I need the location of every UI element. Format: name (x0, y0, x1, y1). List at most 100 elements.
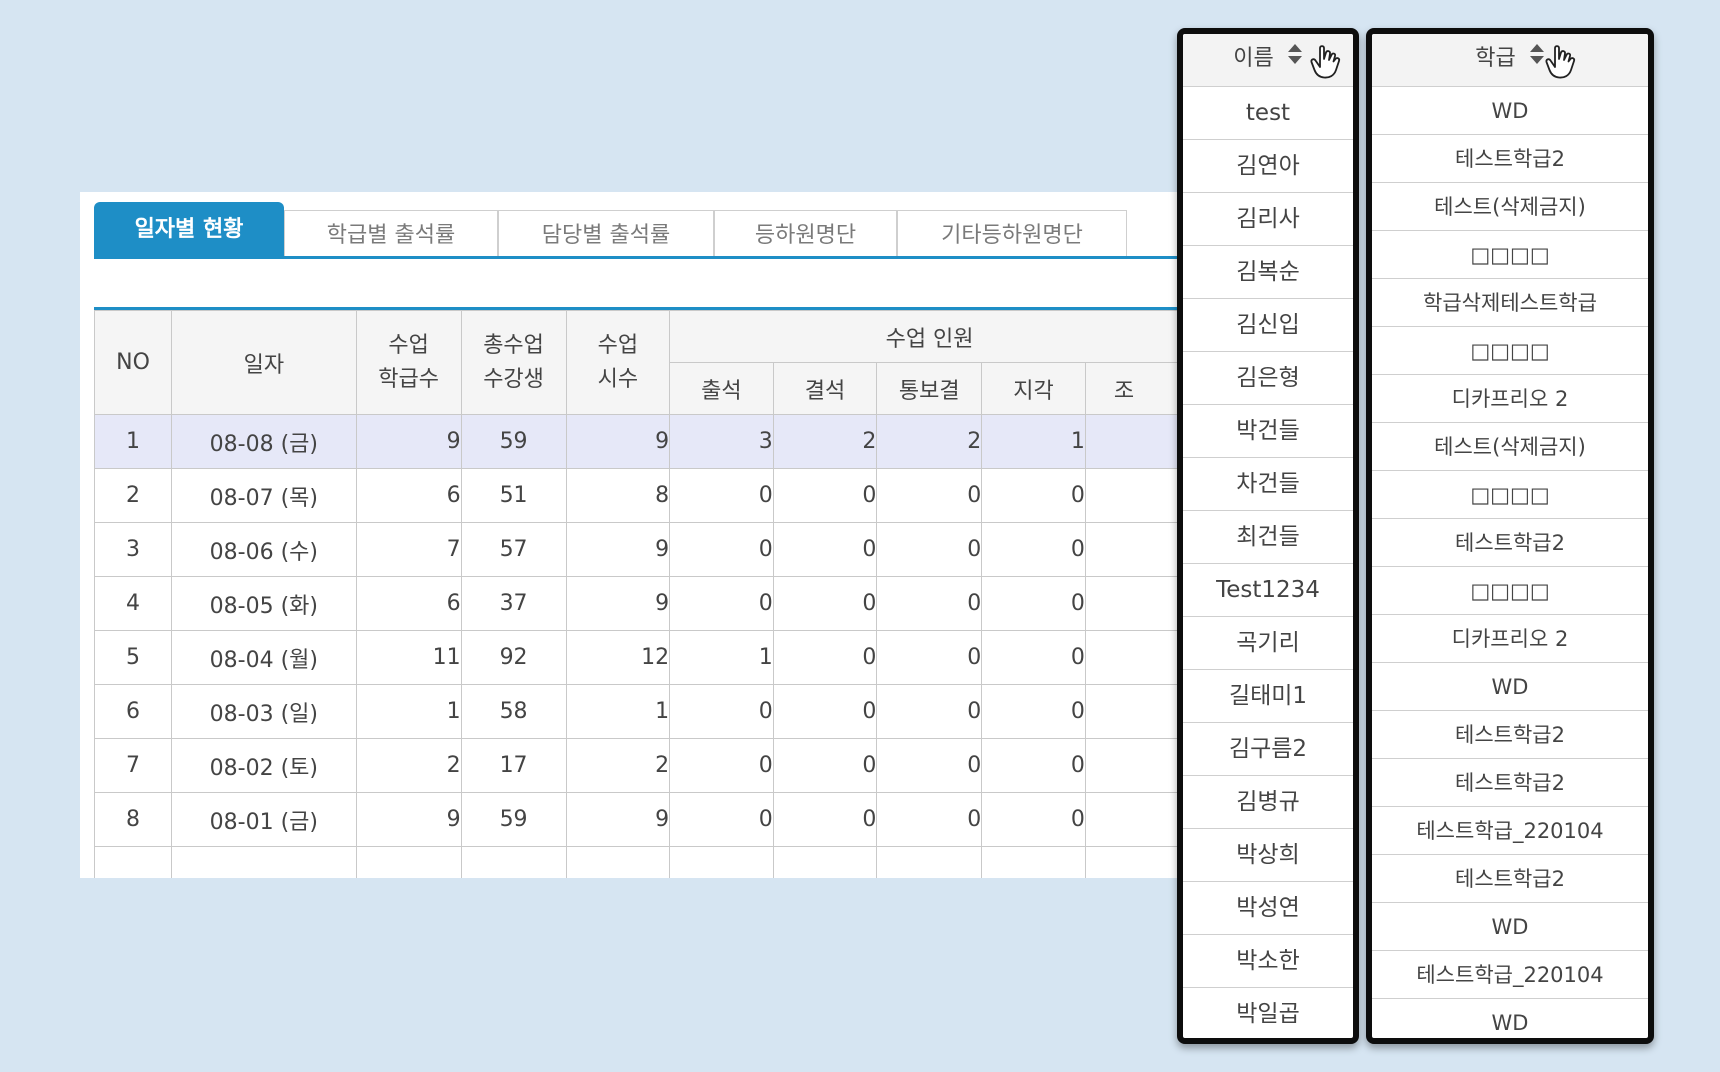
cell-class-hours: 9 (565, 522, 671, 577)
cell-no: 5 (94, 630, 172, 685)
tab-class-attendance-rate[interactable]: 학급별 출석률 (284, 210, 498, 256)
cell-notified-absence: 0 (876, 792, 983, 847)
class-list-item[interactable]: 테스트학급2 (1372, 759, 1648, 807)
class-list-item[interactable]: 테스트학급2 (1372, 711, 1648, 759)
cell-class-hours: 9 (565, 414, 671, 469)
header-late: 지각 (981, 362, 1086, 415)
name-list-item[interactable]: 김병규 (1183, 776, 1353, 829)
name-list-item[interactable]: 김구름2 (1183, 723, 1353, 776)
class-list-item[interactable]: 테스트학급2 (1372, 135, 1648, 183)
cell-attend: 0 (669, 738, 774, 793)
class-column-header[interactable]: 학급 (1372, 34, 1648, 87)
header-attend: 출석 (669, 362, 774, 415)
header-class-count-line1: 수업 (388, 332, 429, 358)
class-list-item[interactable]: □□□□ (1372, 231, 1648, 279)
cell-late: 0 (981, 684, 1086, 739)
cell-early-leave (1084, 738, 1190, 793)
header-class-hours-line2: 시수 (597, 366, 639, 392)
cell-total-students: 51 (460, 468, 567, 523)
class-list-item[interactable]: WD (1372, 87, 1648, 135)
cell-no: 2 (94, 468, 172, 523)
cell-no: 3 (94, 522, 172, 577)
cell-no: 8 (94, 792, 172, 847)
class-list-item[interactable]: 디카프리오 2 (1372, 615, 1648, 663)
table-row[interactable]: 1 08-08 (금) 9 59 9 3 2 2 1 (94, 414, 1190, 469)
tab-pickup-list[interactable]: 등하원명단 (714, 210, 897, 256)
cell-class-hours: 8 (565, 468, 671, 523)
name-list-item[interactable]: 김신입 (1183, 299, 1353, 352)
cell-date: 08-02 (토) (171, 738, 357, 793)
cell-total-students: 17 (460, 738, 567, 793)
table-row-empty (94, 846, 1190, 878)
class-list-item[interactable]: WD (1372, 999, 1648, 1038)
table-row[interactable]: 4 08-05 (화) 6 37 9 0 0 0 0 (94, 576, 1190, 631)
tab-manager-attendance-rate[interactable]: 담당별 출석률 (498, 210, 714, 256)
header-class-hours-line1: 수업 (597, 332, 639, 358)
cell-early-leave (1084, 684, 1190, 739)
daily-status-table: NO 일자 수업 학급수 총수업 수강생 수업 시수 수업 인원 출석 결석 통… (94, 310, 1190, 878)
cell-class-hours: 1 (565, 684, 671, 739)
class-list-item[interactable]: 학급삭제테스트학급 (1372, 279, 1648, 327)
tab-underline (94, 256, 1190, 259)
name-list-item[interactable]: 박일곱 (1183, 988, 1353, 1038)
sort-updown-icon[interactable] (1287, 34, 1303, 84)
cell-attend: 0 (669, 576, 774, 631)
table-row[interactable]: 6 08-03 (일) 1 58 1 0 0 0 0 (94, 684, 1190, 739)
cell-class-hours: 9 (565, 576, 671, 631)
table-row[interactable]: 7 08-02 (토) 2 17 2 0 0 0 0 (94, 738, 1190, 793)
cell-class-count: 7 (355, 522, 462, 577)
cell-empty (772, 846, 878, 878)
cell-absent: 0 (772, 684, 878, 739)
class-list-item[interactable]: 테스트학급2 (1372, 519, 1648, 567)
name-list-item[interactable]: 김은형 (1183, 352, 1353, 405)
class-list-item[interactable]: 테스트(삭제금지) (1372, 423, 1648, 471)
name-list-item[interactable]: 차건들 (1183, 458, 1353, 511)
cell-class-hours: 2 (565, 738, 671, 793)
name-list-item[interactable]: 최건들 (1183, 511, 1353, 564)
name-list-item[interactable]: 박성연 (1183, 882, 1353, 935)
name-list-item[interactable]: 김복순 (1183, 246, 1353, 299)
name-list-item[interactable]: Test1234 (1183, 564, 1353, 617)
class-list-item[interactable]: □□□□ (1372, 471, 1648, 519)
class-list: WD 테스트학급2 테스트(삭제금지) □□□□ 학급삭제테스트학급 □□□□ 디카프리오 … (1372, 87, 1648, 1038)
table-row[interactable]: 3 08-06 (수) 7 57 9 0 0 0 0 (94, 522, 1190, 577)
name-column-header[interactable]: 이름 (1183, 34, 1353, 87)
class-list-item[interactable]: 테스트학급_220104 (1372, 807, 1648, 855)
cell-early-leave (1084, 468, 1190, 523)
table-row[interactable]: 5 08-04 (월) 11 92 12 1 0 0 0 (94, 630, 1190, 685)
cell-class-count: 9 (355, 414, 462, 469)
class-list-item[interactable]: 테스트학급_220104 (1372, 951, 1648, 999)
table-row[interactable]: 2 08-07 (목) 6 51 8 0 0 0 0 (94, 468, 1190, 523)
cell-late: 0 (981, 576, 1086, 631)
cell-class-hours: 12 (565, 630, 671, 685)
tab-other-pickup-list[interactable]: 기타등하원명단 (897, 210, 1127, 256)
class-list-item[interactable]: 테스트학급2 (1372, 855, 1648, 903)
name-list-item[interactable]: 길태미1 (1183, 670, 1353, 723)
class-list-item[interactable]: □□□□ (1372, 327, 1648, 375)
cell-no: 4 (94, 576, 172, 631)
cell-empty (460, 846, 567, 878)
header-absent: 결석 (772, 362, 878, 415)
sort-updown-icon[interactable] (1529, 34, 1545, 84)
name-list-item[interactable]: 박소한 (1183, 935, 1353, 988)
class-list-item[interactable]: 디카프리오 2 (1372, 375, 1648, 423)
name-list-item[interactable]: 김연아 (1183, 140, 1353, 193)
hand-pointer-icon (1544, 44, 1578, 99)
name-list-item[interactable]: 박건들 (1183, 405, 1353, 458)
class-list-item[interactable]: □□□□ (1372, 567, 1648, 615)
class-list-item[interactable]: WD (1372, 663, 1648, 711)
tab-daily-status[interactable]: 일자별 현황 (94, 202, 284, 258)
table-row[interactable]: 8 08-01 (금) 9 59 9 0 0 0 0 (94, 792, 1190, 847)
cell-attend: 1 (669, 630, 774, 685)
class-list-item[interactable]: 테스트(삭제금지) (1372, 183, 1648, 231)
name-list-item[interactable]: 박상희 (1183, 829, 1353, 882)
cell-attend: 3 (669, 414, 774, 469)
cell-attend: 0 (669, 522, 774, 577)
cell-date: 08-08 (금) (171, 414, 357, 469)
class-list-item[interactable]: WD (1372, 903, 1648, 951)
cell-empty (1084, 846, 1190, 878)
name-list-item[interactable]: 김리사 (1183, 193, 1353, 246)
cell-class-count: 11 (355, 630, 462, 685)
cell-class-count: 2 (355, 738, 462, 793)
name-list-item[interactable]: 곡기리 (1183, 617, 1353, 670)
